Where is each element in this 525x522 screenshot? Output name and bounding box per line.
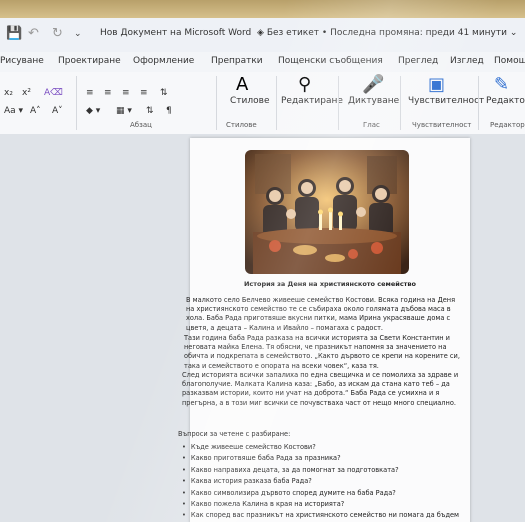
last-change: Последна промяна: преди 41 минути — [330, 28, 507, 38]
paragraph-3: След историята всички запалиха по една с… — [182, 371, 459, 407]
justify-icon[interactable]: ≡ — [140, 88, 148, 98]
sensitivity-icon[interactable]: ▣ — [428, 74, 445, 95]
ribbon-tabs: Рисуване Проектиране Оформление Препратк… — [0, 52, 525, 72]
shrink-font-icon[interactable]: A˅ — [52, 106, 63, 116]
questions-heading: Въпроси за четене с разбиране: — [178, 430, 291, 438]
list-item: Какво символизира дървото според думите … — [182, 488, 459, 499]
subscript-icon[interactable]: x₂ — [4, 88, 13, 98]
tab-design[interactable]: Проектиране — [58, 56, 121, 66]
group-styles: Стилове — [226, 121, 257, 129]
group-voice: Глас — [363, 121, 380, 129]
align-center-icon[interactable]: ≡ — [104, 88, 112, 98]
list-item: Какво приготвяше баба Рада за празника? — [182, 453, 459, 464]
tab-layout[interactable]: Оформление — [133, 56, 194, 66]
styles-icon[interactable]: A — [236, 74, 248, 95]
grow-font-icon[interactable]: A˄ — [30, 106, 41, 116]
microphone-icon[interactable]: 🎤 — [362, 74, 384, 95]
ribbon: x₂ x² A⌫ Aa ▾ A˄ A˅ ≡ ≡ ≡ ≡ ⇅ ◆ ▾ ▦ ▾ ⇅ … — [0, 72, 525, 135]
line-spacing-icon[interactable]: ⇅ — [160, 88, 168, 98]
editor-button[interactable]: Редактор — [486, 96, 525, 106]
tab-draw[interactable]: Рисуване — [0, 56, 44, 66]
document-title[interactable]: Нов Документ на Microsoft Word ◈ Без ети… — [100, 28, 517, 38]
questions-list: Къде живееше семейство Костови? Какво пр… — [182, 442, 459, 522]
group-editor: Редактор — [490, 121, 525, 129]
chevron-down-icon[interactable]: ⌄ — [74, 29, 82, 39]
sort-icon[interactable]: ⇅ — [146, 106, 154, 116]
group-sensitivity: Чувствителност — [412, 121, 472, 129]
paragraph-1: В малкото село Белчево живееше семейство… — [186, 296, 456, 332]
chevron-down-icon: ⌄ — [509, 28, 518, 38]
borders-icon[interactable]: ▦ ▾ — [116, 106, 132, 116]
tab-mailings[interactable]: Пощенски съобщения — [278, 56, 383, 66]
sensitivity-label: Без етикет — [266, 28, 320, 38]
align-left-icon[interactable]: ≡ — [86, 88, 94, 98]
label-icon: ◈ — [254, 28, 264, 38]
shading-icon[interactable]: ◆ ▾ — [86, 106, 100, 116]
divider — [338, 76, 339, 130]
screen: 💾 ↶ ↻ ⌄ Нов Документ на Microsoft Word ◈… — [0, 0, 525, 522]
group-paragraph: Абзац — [130, 121, 152, 129]
sensitivity-button[interactable]: Чувствителност — [408, 96, 484, 106]
pilcrow-icon[interactable]: ¶ — [166, 106, 172, 116]
divider — [216, 76, 217, 130]
divider — [276, 76, 277, 130]
list-item: Каква история разказа баба Рада? — [182, 476, 459, 487]
change-case-icon[interactable]: Aa ▾ — [4, 106, 23, 116]
find-icon[interactable]: ⚲ — [298, 74, 311, 95]
redo-icon[interactable]: ↻ — [52, 26, 63, 41]
list-item: Как според вас празникът на християнскот… — [182, 510, 459, 521]
superscript-icon[interactable]: x² — [22, 88, 31, 98]
list-item: Какво пожела Калина в края на историята? — [182, 499, 459, 510]
clear-format-icon[interactable]: A⌫ — [44, 88, 63, 98]
dictate-button[interactable]: Диктуване — [348, 96, 399, 106]
list-item: Какво направиха децата, за да помогнат з… — [182, 465, 459, 476]
divider — [478, 76, 479, 130]
tab-help[interactable]: Помощ — [494, 56, 525, 66]
divider — [76, 76, 77, 130]
styles-button[interactable]: Стилове — [230, 96, 269, 106]
list-item: Къде живееше семейство Костови? — [182, 442, 459, 453]
document-page[interactable]: История за Деня на християнското семейст… — [178, 138, 470, 522]
title-bar: 💾 ↶ ↻ ⌄ Нов Документ на Microsoft Word ◈… — [0, 18, 525, 53]
divider — [400, 76, 401, 130]
undo-icon[interactable]: ↶ — [28, 26, 39, 41]
separator-dot: • — [321, 28, 331, 38]
paragraph-2: Тази година баба Рада разказа на всички … — [184, 334, 460, 370]
tab-references[interactable]: Препратки — [211, 56, 263, 66]
document-name: Нов Документ на Microsoft Word — [100, 28, 252, 38]
image-caption: История за Деня на християнското семейст… — [243, 280, 417, 288]
tab-review[interactable]: Преглед — [398, 56, 438, 66]
align-right-icon[interactable]: ≡ — [122, 88, 130, 98]
tab-view[interactable]: Изглед — [450, 56, 484, 66]
save-icon[interactable]: 💾 — [6, 26, 22, 41]
editing-button[interactable]: Редактиране — [281, 96, 343, 106]
monitor-bezel — [0, 0, 525, 18]
family-illustration — [245, 150, 409, 274]
editor-icon[interactable]: ✎ — [494, 74, 509, 95]
